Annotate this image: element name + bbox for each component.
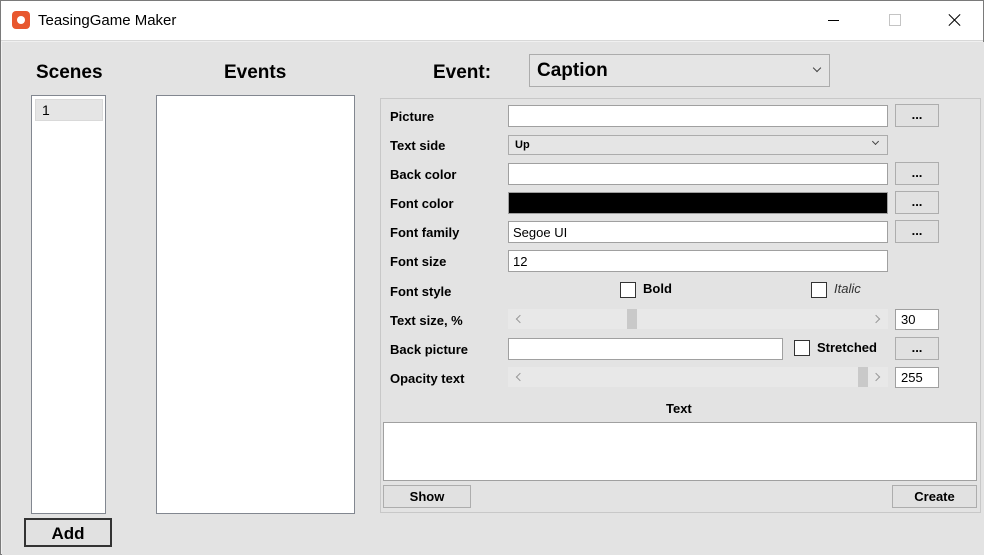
italic-checkbox[interactable]	[811, 282, 827, 298]
event-label: Event:	[433, 62, 492, 83]
back-color-swatch[interactable]	[508, 163, 888, 185]
slider-thumb[interactable]	[627, 309, 637, 329]
events-list[interactable]	[156, 95, 355, 514]
minimize-button[interactable]	[811, 1, 857, 39]
font-family-button[interactable]: ...	[895, 220, 939, 243]
back-color-label: Back color	[390, 167, 457, 182]
events-heading: Events	[224, 62, 287, 83]
font-size-field[interactable]: 12	[508, 250, 888, 272]
app-logo-icon	[12, 11, 30, 29]
font-size-label: Font size	[390, 254, 447, 269]
scroll-left-icon[interactable]	[515, 314, 525, 324]
text-area[interactable]	[383, 422, 977, 481]
chevron-down-icon	[871, 137, 880, 146]
picture-browse-button[interactable]: ...	[895, 104, 939, 127]
font-color-swatch[interactable]	[508, 192, 888, 214]
text-size-value[interactable]: 30	[895, 309, 939, 330]
text-size-slider[interactable]	[508, 309, 888, 329]
title-bar: TeasingGame Maker	[1, 1, 983, 41]
font-color-button[interactable]: ...	[895, 191, 939, 214]
add-scene-button[interactable]: Add scene	[24, 518, 112, 555]
font-family-field[interactable]: Segoe UI	[508, 221, 888, 243]
close-button[interactable]	[931, 1, 977, 39]
scenes-list[interactable]: 1	[31, 95, 106, 514]
chevron-down-icon	[812, 63, 822, 73]
main-content: Scenes 1 Add scene Events Event: Caption…	[2, 42, 984, 555]
scenes-heading: Scenes	[36, 62, 103, 83]
picture-field[interactable]	[508, 105, 888, 127]
font-family-label: Font family	[390, 225, 460, 240]
text-heading: Text	[666, 401, 692, 416]
text-size-label: Text size, %	[390, 313, 463, 328]
text-side-select[interactable]: Up	[508, 135, 888, 155]
opacity-value[interactable]: 255	[895, 367, 939, 388]
scroll-right-icon[interactable]	[871, 372, 881, 382]
show-button[interactable]: Show	[383, 485, 471, 508]
bold-label: Bold	[643, 281, 672, 296]
back-color-button[interactable]: ...	[895, 162, 939, 185]
scroll-right-icon[interactable]	[871, 314, 881, 324]
event-type-select[interactable]: Caption	[529, 54, 830, 87]
back-picture-field[interactable]	[508, 338, 783, 360]
font-style-label: Font style	[390, 284, 452, 299]
caption-settings-panel: Picture ... Text side Up Back color ... …	[380, 98, 981, 513]
scene-list-item[interactable]: 1	[35, 99, 103, 121]
back-picture-button[interactable]: ...	[895, 337, 939, 360]
picture-label: Picture	[390, 109, 435, 124]
back-picture-label: Back picture	[390, 342, 469, 357]
event-type-value: Caption	[537, 60, 608, 81]
italic-label: Italic	[834, 281, 861, 296]
font-color-label: Font color	[390, 196, 454, 211]
opacity-label: Opacity text	[390, 371, 465, 386]
stretched-label: Stretched	[817, 340, 877, 355]
maximize-button[interactable]	[871, 1, 917, 39]
scroll-left-icon[interactable]	[515, 372, 525, 382]
slider-thumb[interactable]	[858, 367, 868, 387]
app-window: TeasingGame Maker Scenes 1 Add scene Eve…	[0, 0, 984, 555]
bold-checkbox[interactable]	[620, 282, 636, 298]
create-button[interactable]: Create	[892, 485, 977, 508]
window-title: TeasingGame Maker	[38, 12, 177, 29]
text-side-value: Up	[515, 139, 530, 151]
text-side-label: Text side	[390, 138, 446, 153]
opacity-slider[interactable]	[508, 367, 888, 387]
stretched-checkbox[interactable]	[794, 340, 810, 356]
